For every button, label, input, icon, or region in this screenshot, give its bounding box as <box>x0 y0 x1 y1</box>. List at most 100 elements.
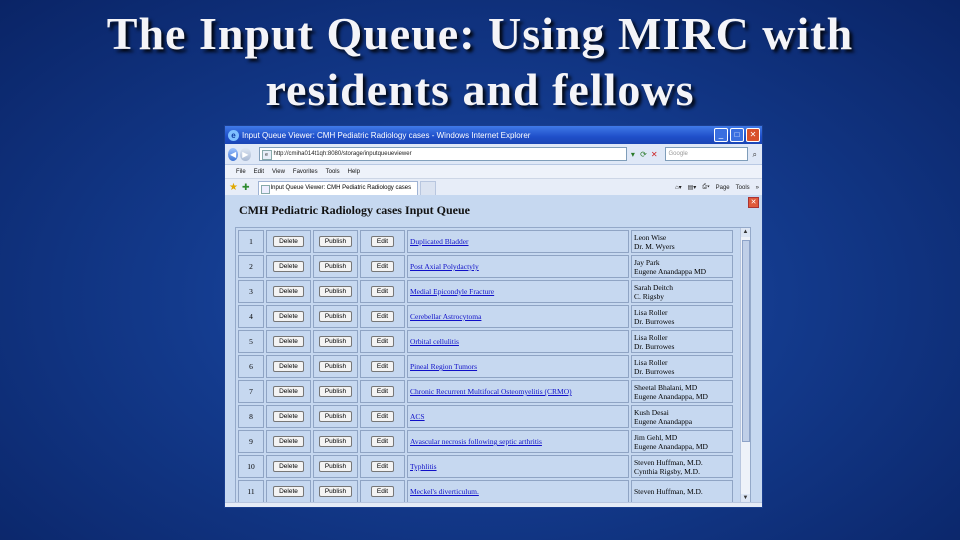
publish-button[interactable]: Publish <box>318 261 353 272</box>
edit-button[interactable]: Edit <box>370 286 395 297</box>
edit-button[interactable]: Edit <box>370 411 395 422</box>
case-title-link[interactable]: Typhlitis <box>410 462 437 471</box>
close-page-icon[interactable]: ✕ <box>748 197 759 208</box>
menu-edit[interactable]: Edit <box>254 169 264 175</box>
publish-button[interactable]: Publish <box>318 336 353 347</box>
delete-cell: Delete <box>266 255 311 278</box>
tab-input-queue[interactable]: Input Queue Viewer: CMH Pediatric Radiol… <box>257 180 418 195</box>
search-icon[interactable]: ⌕ <box>750 149 759 160</box>
case-title-link[interactable]: Pineal Region Tumors <box>410 362 477 371</box>
menu-tools[interactable]: Tools <box>326 169 340 175</box>
page-content: ✕ CMH Pediatric Radiology cases Input Qu… <box>225 195 762 507</box>
publish-button[interactable]: Publish <box>318 311 353 322</box>
delete-button[interactable]: Delete <box>273 386 304 397</box>
author-name: Kush Desai <box>634 407 669 417</box>
table-row: 9 Delete Publish Edit Avascular necrosis fol… <box>238 430 733 453</box>
supervisor-name: Dr. Burrowes <box>634 366 675 376</box>
menu-file[interactable]: File <box>236 169 246 175</box>
delete-button[interactable]: Delete <box>273 236 304 247</box>
supervisor-name: Eugene Anandappa, MD <box>634 441 708 451</box>
publish-button[interactable]: Publish <box>318 236 353 247</box>
menu-view[interactable]: View <box>272 169 285 175</box>
refresh-icon[interactable]: ⟳ <box>639 149 648 160</box>
table-row: 5 Delete Publish Edit Orbital cellulitis Lisa… <box>238 330 733 353</box>
author-name: Jay Park <box>634 257 660 267</box>
menu-help[interactable]: Help <box>348 169 360 175</box>
supervisor-name: Dr. Burrowes <box>634 316 675 326</box>
scrollbar-thumb[interactable] <box>742 240 750 442</box>
home-icon[interactable]: ⌂▾ <box>675 184 682 191</box>
print-icon[interactable]: ⎙▾ <box>702 184 709 191</box>
maximize-icon[interactable]: □ <box>730 128 744 142</box>
case-title-link[interactable]: Avascular necrosis following septic arth… <box>410 437 542 446</box>
author-name: Leon Wise <box>634 232 667 242</box>
tools-menu[interactable]: Tools <box>736 185 750 191</box>
url-input[interactable]: e http://cmiha014t1qh:8080/storage/input… <box>258 147 627 161</box>
publish-button[interactable]: Publish <box>318 411 353 422</box>
favorites-star-icon[interactable]: ★ <box>229 182 238 193</box>
delete-button[interactable]: Delete <box>273 311 304 322</box>
edit-button[interactable]: Edit <box>370 386 395 397</box>
supervisor-name: Eugene Anandappa <box>634 416 693 426</box>
page-heading: CMH Pediatric Radiology cases Input Queu… <box>239 203 470 217</box>
case-title-link[interactable]: Orbital cellulitis <box>410 337 459 346</box>
delete-button[interactable]: Delete <box>273 486 304 497</box>
table-row: 4 Delete Publish Edit Cerebellar Astrocytoma… <box>238 305 733 328</box>
case-title-link[interactable]: Chronic Recurrent Multifocal Osteomyelit… <box>410 387 572 396</box>
publish-button[interactable]: Publish <box>318 436 353 447</box>
chevron-more-icon[interactable]: » <box>756 185 759 191</box>
delete-button[interactable]: Delete <box>273 286 304 297</box>
delete-cell: Delete <box>266 280 311 303</box>
vertical-scrollbar[interactable]: ▲ ▼ <box>740 228 750 503</box>
case-title-link[interactable]: Medial Epicondyle Fracture <box>410 287 494 296</box>
case-title-cell: Duplicated Bladder <box>407 230 629 253</box>
edit-button[interactable]: Edit <box>370 461 395 472</box>
case-title-link[interactable]: Duplicated Bladder <box>410 237 469 246</box>
publish-cell: Publish <box>313 280 358 303</box>
edit-button[interactable]: Edit <box>370 261 395 272</box>
publish-button[interactable]: Publish <box>318 461 353 472</box>
minimize-icon[interactable]: _ <box>714 128 728 142</box>
scroll-up-icon[interactable]: ▲ <box>741 228 750 237</box>
add-favorites-icon[interactable]: ✚ <box>242 182 250 193</box>
edit-button[interactable]: Edit <box>370 361 395 372</box>
publish-button[interactable]: Publish <box>318 361 353 372</box>
delete-button[interactable]: Delete <box>273 411 304 422</box>
dropdown-arrow-icon[interactable]: ▾ <box>629 149 638 160</box>
names-cell: Jim Gehl, MD Eugene Anandappa, MD <box>631 430 733 453</box>
case-title-link[interactable]: Cerebellar Astrocytoma <box>410 312 481 321</box>
close-icon[interactable]: ✕ <box>746 128 760 142</box>
delete-button[interactable]: Delete <box>273 461 304 472</box>
names-cell: Lisa Roller Dr. Burrowes <box>631 305 733 328</box>
search-input[interactable]: Google <box>664 147 749 161</box>
slide-title-line1: The Input Queue: Using MIRC with <box>106 8 854 59</box>
publish-button[interactable]: Publish <box>318 486 353 497</box>
case-title-cell: Cerebellar Astrocytoma <box>407 305 629 328</box>
case-title-link[interactable]: ACS <box>410 412 425 421</box>
stop-icon[interactable]: ✕ <box>650 149 659 160</box>
new-tab-button[interactable] <box>419 180 436 195</box>
table-row: 2 Delete Publish Edit Post Axial Polydactyly… <box>238 255 733 278</box>
case-title-link[interactable]: Meckel's diverticulum. <box>410 487 479 496</box>
feeds-icon[interactable]: ▤▾ <box>688 184 697 191</box>
forward-icon[interactable]: ▶ <box>240 147 251 161</box>
delete-button[interactable]: Delete <box>273 436 304 447</box>
publish-button[interactable]: Publish <box>318 386 353 397</box>
window-titlebar[interactable]: e Input Queue Viewer: CMH Pediatric Radi… <box>225 126 762 144</box>
delete-button[interactable]: Delete <box>273 361 304 372</box>
edit-button[interactable]: Edit <box>370 436 395 447</box>
back-icon[interactable]: ◀ <box>228 147 239 161</box>
row-number: 6 <box>238 355 264 378</box>
case-title-link[interactable]: Post Axial Polydactyly <box>410 262 479 271</box>
delete-button[interactable]: Delete <box>273 336 304 347</box>
menu-favorites[interactable]: Favorites <box>293 169 318 175</box>
delete-button[interactable]: Delete <box>273 261 304 272</box>
case-title-cell: Post Axial Polydactyly <box>407 255 629 278</box>
edit-button[interactable]: Edit <box>370 311 395 322</box>
edit-button[interactable]: Edit <box>370 336 395 347</box>
edit-button[interactable]: Edit <box>370 236 395 247</box>
edit-button[interactable]: Edit <box>370 486 395 497</box>
page-menu[interactable]: Page <box>716 185 730 191</box>
names-cell: Kush Desai Eugene Anandappa <box>631 405 733 428</box>
publish-button[interactable]: Publish <box>318 286 353 297</box>
